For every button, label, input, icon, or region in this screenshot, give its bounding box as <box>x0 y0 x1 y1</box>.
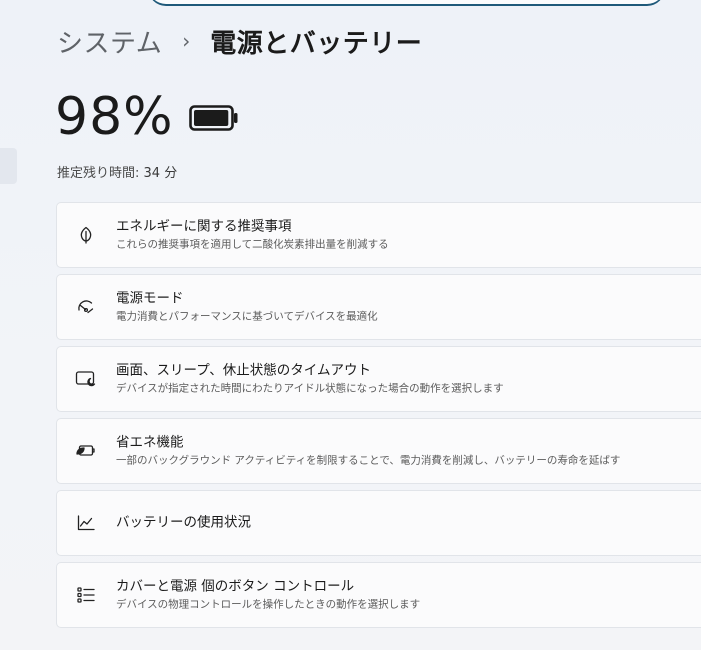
battery-percentage: 98% <box>55 87 174 147</box>
time-remaining-label: 推定残り時間: <box>57 166 140 181</box>
item-description: これらの推奨事項を適用して二酸化炭素排出量を削減する <box>116 238 389 251</box>
time-remaining-value: 34 分 <box>143 166 178 181</box>
usage-chart-icon <box>75 512 97 534</box>
energy-recommendations-item[interactable]: エネルギーに関する推奨事項 これらの推奨事項を適用して二酸化炭素排出量を削減する <box>56 202 701 268</box>
item-title: 電源モード <box>116 290 184 307</box>
power-mode-item[interactable]: 電源モード 電力消費とパフォーマンスに基づいてデバイスを最適化 <box>56 274 701 340</box>
item-title: バッテリーの使用状況 <box>116 514 251 531</box>
power-settings-list: エネルギーに関する推奨事項 これらの推奨事項を適用して二酸化炭素排出量を削減する… <box>56 202 701 634</box>
search-box[interactable] <box>148 0 665 6</box>
breadcrumb-parent-system[interactable]: システム <box>57 23 162 60</box>
lid-power-button-controls-item[interactable]: カバーと電源 個のボタン コントロール デバイスの物理コントロールを操作したとき… <box>56 562 701 628</box>
leaf-icon <box>75 224 97 246</box>
item-description: 一部のバックグラウンド アクティビティを制限することで、電力消費を削減し、バッテ… <box>116 454 621 467</box>
battery-full-icon <box>189 105 238 131</box>
item-description: 電力消費とパフォーマンスに基づいてデバイスを最適化 <box>116 310 378 323</box>
page-title: 電源とバッテリー <box>210 28 423 59</box>
item-description: デバイスの物理コントロールを操作したときの動作を選択します <box>116 598 421 611</box>
sidebar-selected-item[interactable] <box>0 148 17 184</box>
item-title: 省エネ機能 <box>116 434 184 451</box>
screen-sleep-icon <box>75 368 97 390</box>
estimated-time-remaining: 推定残り時間: 34 分 <box>57 162 177 181</box>
battery-saver-icon <box>75 440 97 462</box>
breadcrumb: システム › 電源とバッテリー <box>57 22 422 60</box>
item-description: デバイスが指定された時間にわたりアイドル状態になった場合の動作を選択します <box>116 382 504 395</box>
button-list-icon <box>75 584 97 606</box>
screen-sleep-hibernate-timeout-item[interactable]: 画面、スリープ、休止状態のタイムアウト デバイスが指定された時間にわたりアイドル… <box>56 346 701 412</box>
gauge-icon <box>75 296 97 318</box>
battery-saver-item[interactable]: 省エネ機能 一部のバックグラウンド アクティビティを制限することで、電力消費を削… <box>56 418 701 484</box>
chevron-right-icon: › <box>182 29 191 53</box>
item-title: エネルギーに関する推奨事項 <box>116 218 292 235</box>
item-title: 画面、スリープ、休止状態のタイムアウト <box>116 362 372 379</box>
item-title: カバーと電源 個のボタン コントロール <box>116 578 355 595</box>
battery-usage-item[interactable]: バッテリーの使用状況 <box>56 490 701 556</box>
